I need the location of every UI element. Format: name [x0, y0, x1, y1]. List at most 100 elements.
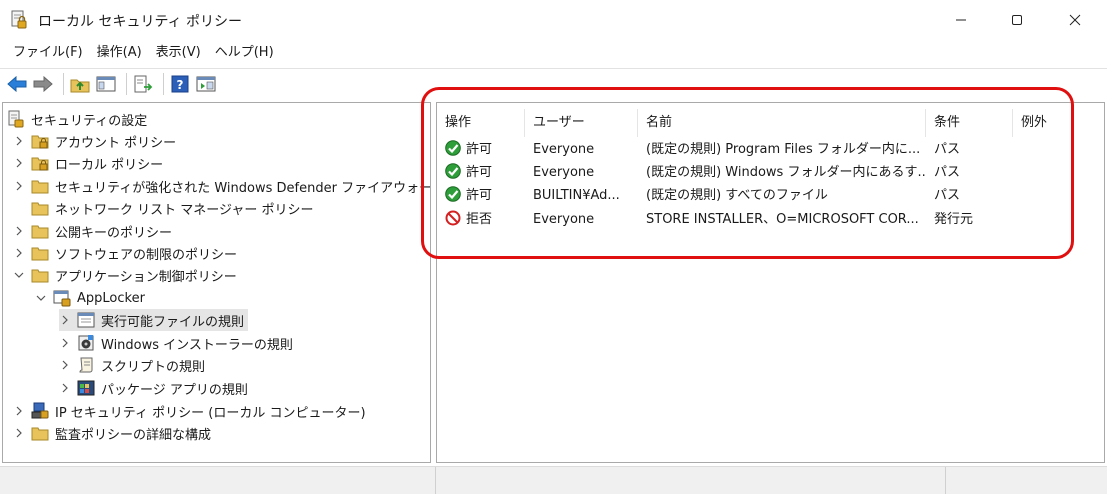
chevron-right-icon[interactable]: [13, 247, 25, 259]
tree-item-label: セキュリティが強化された Windows Defender ファイアウォール: [55, 180, 431, 196]
column-header-condition[interactable]: 条件: [926, 109, 1013, 137]
installer-icon: [77, 334, 95, 352]
tree-item-account-policy[interactable]: アカウント ポリシー: [13, 130, 176, 152]
table-row[interactable]: 許可 BUILTIN¥Ad... (既定の規則) すべてのファイル パス: [437, 184, 1104, 207]
cell-condition: パス: [934, 188, 961, 203]
tree-item-label: 監査ポリシーの詳細な構成: [55, 427, 212, 443]
show-hide-tree-icon[interactable]: [95, 73, 117, 95]
cell-exception: [1021, 184, 1081, 207]
tree-item-network-list[interactable]: ネットワーク リスト マネージャー ポリシー: [31, 197, 314, 219]
tree-root-label: セキュリティの設定: [31, 113, 148, 129]
chevron-right-icon[interactable]: [13, 135, 25, 147]
chevron-right-icon[interactable]: [13, 405, 25, 417]
tree-item-local-policy[interactable]: ローカル ポリシー: [13, 152, 163, 174]
tree-item-label: アプリケーション制御ポリシー: [55, 269, 237, 285]
applocker-icon: [53, 289, 71, 307]
status-segment: [436, 467, 946, 494]
chevron-right-icon[interactable]: [13, 180, 25, 192]
menu-action[interactable]: 操作(A): [90, 40, 149, 66]
menu-help[interactable]: ヘルプ(H): [208, 40, 281, 66]
tree-item-label: 実行可能ファイルの規則: [101, 314, 245, 330]
close-button[interactable]: [1050, 0, 1100, 40]
export-list-icon[interactable]: [132, 73, 154, 95]
column-header-action[interactable]: 操作: [437, 109, 525, 137]
table-row[interactable]: 許可 Everyone (既定の規則) Program Files フォルダー内…: [437, 138, 1104, 161]
toolbar-separator: [63, 72, 64, 95]
window-title: ローカル セキュリティ ポリシー: [38, 14, 243, 30]
tree-item-installer-rules[interactable]: Windows インストーラーの規則: [59, 332, 293, 354]
title-bar: ローカル セキュリティ ポリシー: [0, 0, 1107, 40]
column-header-exception[interactable]: 例外: [1013, 109, 1073, 137]
tree-item-executable-rules[interactable]: 実行可能ファイルの規則: [59, 309, 249, 331]
chevron-right-icon[interactable]: [59, 337, 71, 349]
tree-item-software-restriction[interactable]: ソフトウェアの制限のポリシー: [13, 242, 237, 264]
tree-item-label: パッケージ アプリの規則: [101, 382, 248, 398]
column-header-name[interactable]: 名前: [638, 109, 926, 137]
cell-exception: [1021, 161, 1081, 184]
back-arrow-icon[interactable]: [6, 73, 28, 95]
tree-root[interactable]: セキュリティの設定: [7, 108, 147, 130]
menu-file[interactable]: ファイル(F): [6, 40, 90, 66]
chevron-right-icon[interactable]: [59, 359, 71, 371]
chevron-right-icon[interactable]: [13, 157, 25, 169]
minimize-button[interactable]: [936, 0, 986, 40]
cell-condition: パス: [934, 142, 961, 157]
tree-item-label: スクリプトの規則: [101, 359, 206, 375]
tree-item-ip-security[interactable]: IP セキュリティ ポリシー (ローカル コンピューター): [13, 400, 366, 422]
cell-name: STORE INSTALLER、O=MICROSOFT COR...: [646, 212, 919, 227]
tree-item-label: アカウント ポリシー: [55, 135, 177, 151]
forward-arrow-icon[interactable]: [32, 73, 54, 95]
menu-bar: ファイル(F) 操作(A) 表示(V) ヘルプ(H): [0, 40, 1107, 66]
cell-condition: 発行元: [934, 212, 974, 227]
script-icon: [77, 356, 95, 374]
allow-check-icon: [445, 186, 461, 202]
folder-icon: [31, 177, 49, 195]
tree-item-package-app-rules[interactable]: パッケージ アプリの規則: [59, 377, 248, 399]
cell-user: Everyone: [533, 165, 595, 180]
tree-pane[interactable]: セキュリティの設定 アカウント ポリシー ローカル ポリシー セキュリティが強化…: [2, 102, 431, 463]
cell-user: Everyone: [533, 142, 595, 157]
menu-view[interactable]: 表示(V): [149, 40, 208, 66]
toolbar-separator: [163, 72, 164, 95]
folder-icon: [31, 199, 49, 217]
tree-item-applocker[interactable]: AppLocker: [35, 287, 145, 309]
chevron-right-icon[interactable]: [13, 225, 25, 237]
allow-check-icon: [445, 163, 461, 179]
table-row[interactable]: 拒否 Everyone STORE INSTALLER、O=MICROSOFT …: [437, 208, 1104, 231]
tree-item-public-key[interactable]: 公開キーのポリシー: [13, 220, 172, 242]
tree-item-audit-policy[interactable]: 監査ポリシーの詳細な構成: [13, 422, 211, 444]
chevron-down-icon[interactable]: [13, 269, 25, 281]
tree-item-script-rules[interactable]: スクリプトの規則: [59, 354, 205, 376]
allow-check-icon: [445, 140, 461, 156]
help-icon[interactable]: ?: [169, 73, 191, 95]
tree-item-label: ローカル ポリシー: [55, 157, 164, 173]
deny-prohibited-icon: [445, 210, 461, 226]
ip-security-icon: [31, 402, 49, 420]
action-text: 拒否: [466, 212, 493, 227]
chevron-down-icon[interactable]: [35, 292, 47, 304]
properties-icon[interactable]: [195, 73, 217, 95]
rules-list-pane[interactable]: 操作 ユーザー 名前 条件 例外 許可 Everyone (既定の規則) Pro…: [436, 102, 1105, 463]
folder-icon: [31, 424, 49, 442]
tree-item-firewall[interactable]: セキュリティが強化された Windows Defender ファイアウォール: [13, 175, 431, 197]
cell-name: (既定の規則) Program Files フォルダー内に...: [646, 142, 921, 157]
chevron-right-icon[interactable]: [13, 427, 25, 439]
tree-item-label: AppLocker: [77, 290, 145, 306]
status-bar: [0, 466, 1107, 494]
table-row[interactable]: 許可 Everyone (既定の規則) Windows フォルダー内にあるす..…: [437, 161, 1104, 184]
folder-icon: [31, 222, 49, 240]
maximize-button[interactable]: [992, 0, 1042, 40]
cell-user: Everyone: [533, 212, 595, 227]
tree-item-app-control[interactable]: アプリケーション制御ポリシー: [13, 264, 237, 286]
cell-action: 許可: [445, 138, 525, 161]
executable-rules-icon: [77, 311, 95, 329]
cell-name: (既定の規則) すべてのファイル: [646, 188, 828, 203]
chevron-right-icon[interactable]: [59, 314, 71, 326]
column-header-user[interactable]: ユーザー: [525, 109, 638, 137]
locked-folder-icon: [31, 132, 49, 150]
cell-condition: パス: [934, 165, 961, 180]
cell-exception: [1021, 208, 1081, 231]
chevron-right-icon[interactable]: [59, 382, 71, 394]
status-segment: [0, 467, 436, 494]
up-folder-icon[interactable]: [69, 73, 91, 95]
